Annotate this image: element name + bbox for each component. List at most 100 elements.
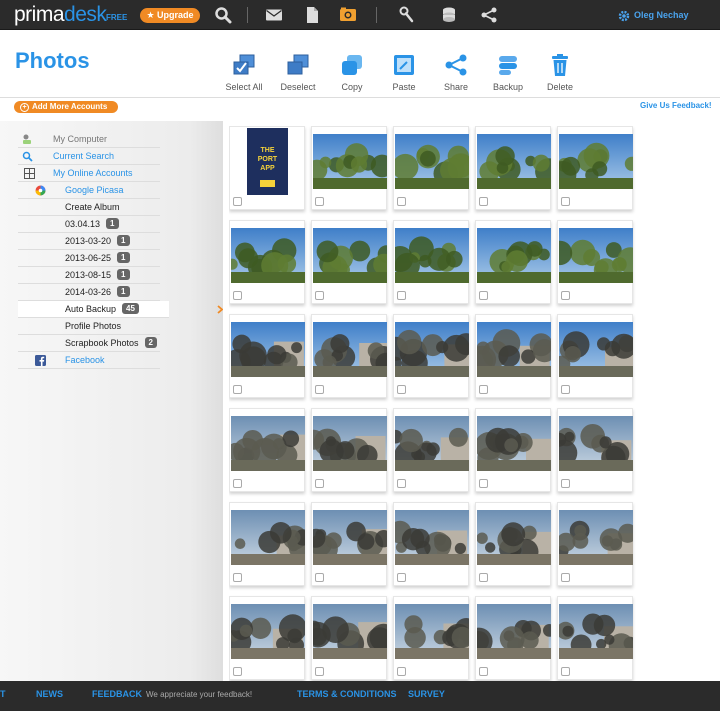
photo-tile[interactable] [393, 220, 469, 304]
photo-select-checkbox[interactable] [397, 197, 406, 206]
photo-select-checkbox[interactable] [233, 667, 242, 676]
photo-tile[interactable] [475, 126, 551, 210]
photo-tile[interactable] [557, 596, 633, 680]
photo-select-checkbox[interactable] [233, 573, 242, 582]
sidebar-item-label: My Computer [53, 134, 108, 144]
footer-link-terms[interactable]: TERMS & CONDITIONS [297, 689, 397, 699]
add-more-accounts-button[interactable]: + Add More Accounts [14, 101, 118, 113]
photo-select-checkbox[interactable] [479, 573, 488, 582]
photo-select-checkbox[interactable] [397, 291, 406, 300]
give-feedback-link[interactable]: Give Us Feedback! [640, 101, 712, 110]
sidebar-item-album[interactable]: 2013-03-20 1 [18, 233, 160, 250]
photo-tile[interactable] [229, 596, 305, 680]
photo-tile[interactable] [229, 502, 305, 586]
photo-tile[interactable] [475, 220, 551, 304]
photo-tile[interactable] [311, 502, 387, 586]
photo-select-checkbox[interactable] [233, 479, 242, 488]
photo-tile[interactable] [393, 314, 469, 398]
sidebar-item-my-computer[interactable]: My Computer [18, 131, 160, 148]
photo-select-checkbox[interactable] [561, 385, 570, 394]
photo-tile[interactable] [393, 126, 469, 210]
share-icon[interactable] [480, 6, 498, 24]
photo-tile[interactable] [475, 596, 551, 680]
photo-tile[interactable] [311, 408, 387, 492]
backup-icon[interactable] [440, 6, 458, 24]
footer-link-clipped[interactable]: T [0, 689, 6, 699]
photo-tile[interactable] [311, 220, 387, 304]
sidebar-item-album[interactable]: 03.04.13 1 [18, 216, 160, 233]
photo-tile[interactable] [475, 502, 551, 586]
photo-select-checkbox[interactable] [561, 479, 570, 488]
user-account-link[interactable]: Oleg Nechay [618, 8, 689, 22]
photo-select-checkbox[interactable] [479, 667, 488, 676]
sidebar-item-album[interactable]: 2014-03-26 1 [18, 284, 160, 301]
photo-tile[interactable] [229, 408, 305, 492]
photo-icon[interactable] [339, 6, 357, 24]
photo-tile[interactable] [311, 596, 387, 680]
sidebar-item-my-online-accounts[interactable]: My Online Accounts [18, 165, 160, 182]
document-icon[interactable] [303, 6, 321, 24]
sidebar-item-album-selected[interactable]: Auto Backup 45 [18, 301, 223, 318]
sidebar-item-google-picasa[interactable]: Google Picasa [18, 182, 160, 199]
footer-link-feedback[interactable]: FEEDBACK [92, 689, 142, 699]
photo-select-checkbox[interactable] [397, 385, 406, 394]
select-all-button[interactable]: Select All [218, 53, 270, 92]
photo-tile[interactable] [557, 314, 633, 398]
brand-logo[interactable]: primadesk [14, 3, 107, 27]
sidebar-item-album[interactable]: Profile Photos [18, 318, 160, 335]
backup-button[interactable]: Backup [482, 53, 534, 92]
mail-icon[interactable] [265, 6, 283, 24]
photo-thumbnail [477, 604, 551, 659]
sidebar-item-current-search[interactable]: Current Search [18, 148, 160, 165]
photo-select-checkbox[interactable] [315, 479, 324, 488]
photo-tile[interactable] [311, 126, 387, 210]
photo-select-checkbox[interactable] [233, 197, 242, 206]
sidebar-item-create-album[interactable]: Create Album [18, 199, 160, 216]
photo-tile[interactable] [393, 408, 469, 492]
photo-tile[interactable] [557, 220, 633, 304]
photo-tile[interactable] [393, 502, 469, 586]
photo-select-checkbox[interactable] [479, 197, 488, 206]
photo-tile[interactable] [475, 408, 551, 492]
photo-select-checkbox[interactable] [397, 573, 406, 582]
photo-select-checkbox[interactable] [479, 291, 488, 300]
sidebar-item-album[interactable]: Scrapbook Photos 2 [18, 335, 160, 352]
sidebar-item-album[interactable]: 2013-06-25 1 [18, 250, 160, 267]
photo-tile[interactable] [393, 596, 469, 680]
photo-tile[interactable] [311, 314, 387, 398]
sidebar-item-album[interactable]: 2013-08-15 1 [18, 267, 160, 284]
photo-select-checkbox[interactable] [561, 197, 570, 206]
photo-select-checkbox[interactable] [315, 573, 324, 582]
copy-button[interactable]: Copy [326, 53, 378, 92]
photo-select-checkbox[interactable] [479, 479, 488, 488]
photo-select-checkbox[interactable] [233, 291, 242, 300]
photo-select-checkbox[interactable] [479, 385, 488, 394]
photo-select-checkbox[interactable] [315, 197, 324, 206]
photo-select-checkbox[interactable] [315, 385, 324, 394]
footer-link-news[interactable]: NEWS [36, 689, 63, 699]
search-icon[interactable] [214, 6, 232, 24]
photo-select-checkbox[interactable] [561, 573, 570, 582]
deselect-button[interactable]: Deselect [272, 53, 324, 92]
photo-select-checkbox[interactable] [561, 667, 570, 676]
photo-select-checkbox[interactable] [397, 479, 406, 488]
photo-tile[interactable] [557, 502, 633, 586]
photo-tile[interactable]: THE PORT APP [229, 126, 305, 210]
sidebar-item-facebook[interactable]: Facebook [18, 352, 160, 369]
photo-select-checkbox[interactable] [397, 667, 406, 676]
photo-tile[interactable] [557, 408, 633, 492]
photo-select-checkbox[interactable] [315, 667, 324, 676]
photo-tile[interactable] [229, 220, 305, 304]
photo-tile[interactable] [557, 126, 633, 210]
photo-select-checkbox[interactable] [233, 385, 242, 394]
photo-select-checkbox[interactable] [561, 291, 570, 300]
delete-button[interactable]: Delete [534, 53, 586, 92]
paste-button[interactable]: Paste [378, 53, 430, 92]
footer-link-survey[interactable]: SURVEY [408, 689, 445, 699]
photo-select-checkbox[interactable] [315, 291, 324, 300]
upgrade-button[interactable]: ★ Upgrade [140, 8, 200, 23]
share-button[interactable]: Share [430, 53, 482, 92]
photo-tile[interactable] [475, 314, 551, 398]
tools-icon[interactable] [398, 6, 416, 24]
photo-tile[interactable] [229, 314, 305, 398]
